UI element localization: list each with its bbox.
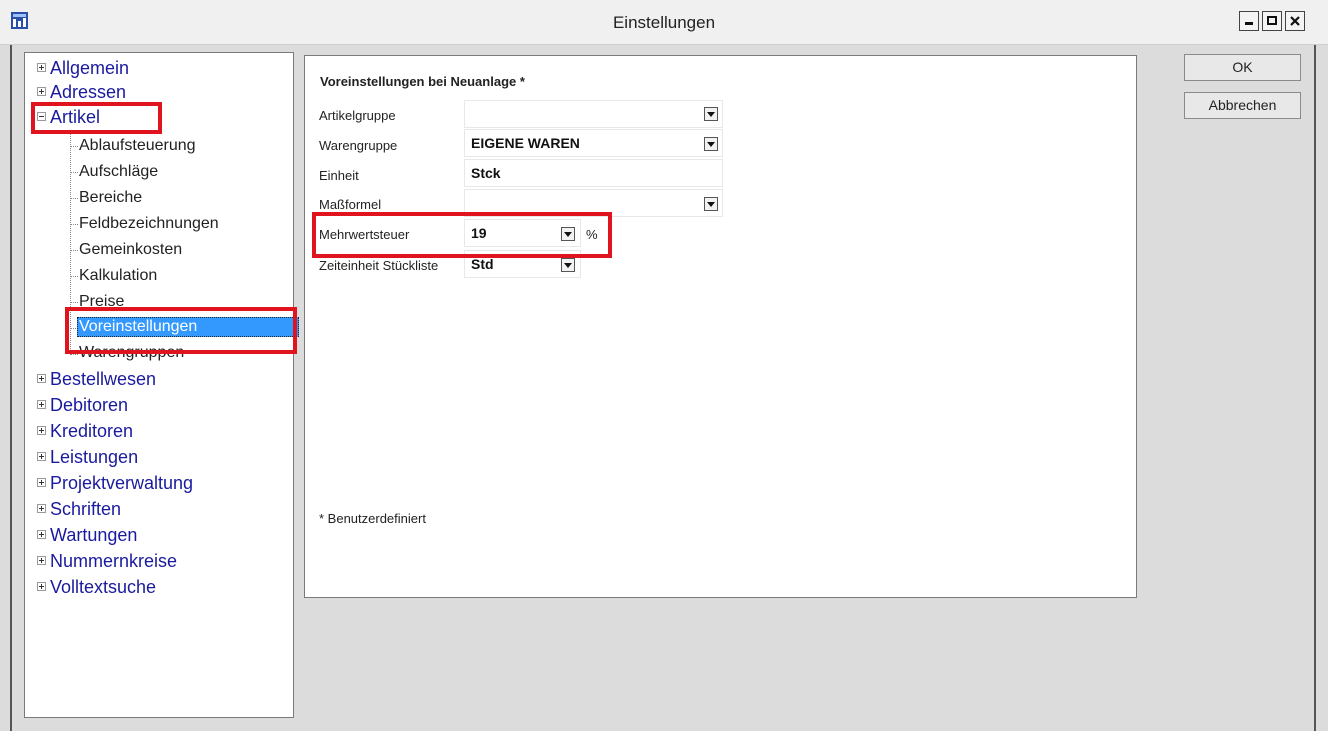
minimize-icon: [1245, 22, 1253, 25]
tree-connector: [70, 224, 78, 225]
chevron-down-icon: [707, 111, 715, 117]
ok-button[interactable]: OK: [1184, 54, 1301, 81]
warengruppe-select[interactable]: EIGENE WAREN: [464, 129, 723, 157]
tree-node-debitoren[interactable]: Debitoren: [37, 394, 128, 416]
expand-icon[interactable]: [37, 452, 46, 461]
tree-connector: [70, 250, 78, 251]
expand-icon[interactable]: [37, 63, 46, 72]
expand-icon[interactable]: [37, 400, 46, 409]
tree-item-feldbezeichnungen[interactable]: Feldbezeichnungen: [79, 214, 219, 234]
close-button[interactable]: [1285, 11, 1305, 31]
tree-node-projektverwaltung[interactable]: Projektverwaltung: [37, 472, 193, 494]
zeiteinheit-dropdown-button[interactable]: [561, 258, 575, 272]
tree-connector: [70, 198, 78, 199]
tree-item-bereiche[interactable]: Bereiche: [79, 188, 142, 208]
einheit-field[interactable]: Stck: [464, 159, 723, 187]
warengruppe-dropdown-button[interactable]: [704, 137, 718, 151]
tree-connector: [70, 276, 78, 277]
tree-item-kalkulation[interactable]: Kalkulation: [79, 266, 157, 286]
cancel-button[interactable]: Abbrechen: [1184, 92, 1301, 119]
expand-icon[interactable]: [37, 478, 46, 487]
tree-node-adressen[interactable]: Adressen: [37, 81, 126, 103]
chevron-down-icon: [707, 141, 715, 147]
expand-icon[interactable]: [37, 374, 46, 383]
field-label-warengruppe: Warengruppe: [319, 138, 398, 153]
tree-node-allgemein[interactable]: Allgemein: [37, 57, 129, 79]
maximize-button[interactable]: [1262, 11, 1282, 31]
expand-icon[interactable]: [37, 530, 46, 539]
expand-icon[interactable]: [37, 556, 46, 565]
tree-node-leistungen[interactable]: Leistungen: [37, 446, 138, 468]
tree-node-volltextsuche[interactable]: Volltextsuche: [37, 576, 156, 598]
settings-tree[interactable]: Allgemein Adressen Artikel Ablaufsteueru…: [24, 52, 299, 718]
field-label-einheit: Einheit: [319, 168, 359, 183]
expand-icon[interactable]: [37, 582, 46, 591]
chevron-down-icon: [707, 201, 715, 207]
window-title: Einstellungen: [612, 13, 716, 32]
minimize-button[interactable]: [1239, 11, 1259, 31]
tree-node-kreditoren[interactable]: Kreditoren: [37, 420, 133, 442]
title-bar: Einstellungen: [0, 0, 1328, 45]
chevron-down-icon: [564, 262, 572, 268]
expand-icon[interactable]: [37, 426, 46, 435]
field-label-zeiteinheit: Zeiteinheit Stückliste: [319, 258, 439, 273]
tree-node-wartungen[interactable]: Wartungen: [37, 524, 137, 546]
maximize-icon: [1267, 16, 1277, 25]
highlight-mehrwertsteuer: [312, 212, 612, 258]
tree-item-ablaufsteuerung[interactable]: Ablaufsteuerung: [79, 136, 196, 156]
massformel-dropdown-button[interactable]: [704, 197, 718, 211]
field-label-massformel: Maßformel: [319, 197, 382, 212]
field-label-artikelgruppe: Artikelgruppe: [319, 108, 396, 123]
highlight-artikel: [31, 102, 162, 134]
settings-window: Einstellungen Allgemein Adressen Artikel…: [0, 0, 1328, 731]
tree-node-nummernkreise[interactable]: Nummernkreise: [37, 550, 177, 572]
expand-icon[interactable]: [37, 87, 46, 96]
tree-item-gemeinkosten[interactable]: Gemeinkosten: [79, 240, 182, 260]
artikelgruppe-dropdown-button[interactable]: [704, 107, 718, 121]
tree-connector: [70, 146, 78, 147]
expand-icon[interactable]: [37, 504, 46, 513]
footnote: * Benutzerdefiniert: [319, 511, 426, 526]
tree-connector: [70, 354, 78, 355]
section-title: Voreinstellungen bei Neuanlage *: [320, 74, 525, 89]
close-icon: [1290, 16, 1300, 26]
tree-item-aufschlaege[interactable]: Aufschläge: [79, 162, 158, 182]
tree-node-bestellwesen[interactable]: Bestellwesen: [37, 368, 156, 390]
tree-connector: [70, 172, 78, 173]
tree-node-schriften[interactable]: Schriften: [37, 498, 121, 520]
artikelgruppe-select[interactable]: [464, 100, 723, 128]
tree-connector: [70, 302, 78, 303]
highlight-voreinstellungen: [65, 307, 297, 354]
